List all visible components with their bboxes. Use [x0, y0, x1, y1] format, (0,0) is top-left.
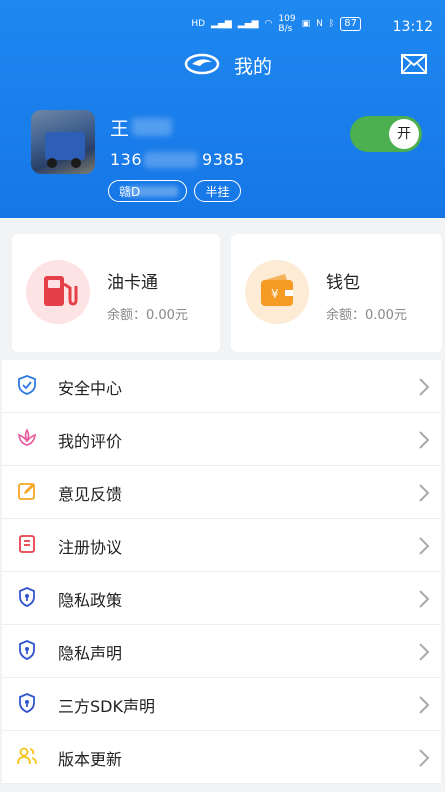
shield-lock-icon [19, 640, 35, 660]
name-redaction [132, 118, 172, 136]
page-title: 我的 [234, 56, 273, 78]
menu-item-label: 隐私声明 [58, 644, 123, 663]
battery-icon: 87 [340, 17, 361, 31]
app-logo-icon [184, 53, 220, 75]
menu-item-label: 我的评价 [58, 432, 123, 451]
phone-suffix: 9385 [202, 150, 245, 169]
users-icon [17, 747, 37, 765]
menu-item-third-party-sdk[interactable]: 三方SDK声明 [2, 678, 441, 731]
chevron-right-icon [419, 378, 430, 396]
shield-lock-icon [19, 587, 35, 607]
wallet-card-balance: 余额：0.00元 [326, 308, 407, 323]
signal-icon: ▂▄▆ [211, 19, 232, 29]
avatar[interactable] [31, 110, 95, 174]
phone-redaction [144, 152, 198, 168]
settings-menu: 安全中心 我的评价 意见反馈 注册协议 隐私政策 隐私声明 三方SDK声明 版本… [2, 360, 441, 784]
network-hd-icon: HD [191, 19, 206, 29]
menu-item-security-center[interactable]: 安全中心 [2, 360, 441, 413]
chevron-right-icon [419, 431, 430, 449]
wallet-card[interactable]: ¥ 钱包 余额：0.00元 [231, 234, 442, 352]
phone-prefix: 136 [110, 150, 143, 169]
nfc-icon: N [316, 19, 323, 29]
chevron-right-icon [419, 696, 430, 714]
status-icons: HD ▂▄▆ ▂▄▆ ◠ 109 B/s ▣ N ᛒ 87 [191, 14, 361, 34]
shield-check-icon [18, 375, 36, 395]
menu-item-my-reviews[interactable]: 我的评价 [2, 413, 441, 466]
menu-item-label: 注册协议 [58, 538, 123, 557]
wallet-card-title: 钱包 [326, 273, 360, 293]
menu-item-label: 安全中心 [58, 379, 123, 398]
toggle-knob: 开 [389, 119, 419, 149]
status-toggle[interactable]: 开 [350, 116, 422, 152]
mail-icon[interactable] [401, 54, 427, 74]
fuel-card[interactable]: 油卡通 余额：0.00元 [12, 234, 220, 352]
chevron-right-icon [419, 643, 430, 661]
plate-redaction [128, 186, 178, 197]
menu-item-version-update[interactable]: 版本更新 [2, 731, 441, 784]
menu-item-privacy-statement[interactable]: 隐私声明 [2, 625, 441, 678]
chevron-right-icon [419, 590, 430, 608]
app-notification-icon: ▣ [301, 19, 311, 29]
fuel-card-title: 油卡通 [107, 273, 158, 293]
chevron-right-icon [419, 484, 430, 502]
document-icon [19, 535, 35, 553]
wifi-icon: ◠ [264, 19, 273, 29]
lotus-icon [18, 428, 36, 446]
menu-item-privacy-policy[interactable]: 隐私政策 [2, 572, 441, 625]
fuel-pump-icon [26, 260, 90, 324]
status-bar: HD ▂▄▆ ▂▄▆ ◠ 109 B/s ▣ N ᛒ 87 13:12 [0, 0, 445, 44]
profile-header: HD ▂▄▆ ▂▄▆ ◠ 109 B/s ▣ N ᛒ 87 13:12 我的 王… [0, 0, 445, 218]
fuel-card-balance: 余额：0.00元 [107, 308, 188, 323]
network-speed: 109 B/s [278, 14, 296, 34]
shield-lock-icon [19, 693, 35, 713]
status-time: 13:12 [392, 19, 433, 35]
chevron-right-icon [419, 749, 430, 767]
vehicle-type-tag: 半挂 [194, 180, 241, 202]
menu-item-registration-agreement[interactable]: 注册协议 [2, 519, 441, 572]
svg-text:¥: ¥ [271, 287, 279, 301]
signal-icon-2: ▂▄▆ [237, 19, 259, 29]
nav-bar: 我的 [0, 44, 445, 84]
wallet-icon: ¥ [245, 260, 309, 324]
menu-item-label: 版本更新 [58, 750, 123, 769]
bluetooth-icon: ᛒ [328, 19, 335, 29]
menu-item-label: 三方SDK声明 [58, 697, 155, 716]
chevron-right-icon [419, 537, 430, 555]
edit-icon [18, 483, 35, 500]
menu-item-label: 隐私政策 [58, 591, 123, 610]
menu-item-feedback[interactable]: 意见反馈 [2, 466, 441, 519]
menu-item-label: 意见反馈 [58, 485, 123, 504]
user-name: 王 [110, 118, 130, 140]
